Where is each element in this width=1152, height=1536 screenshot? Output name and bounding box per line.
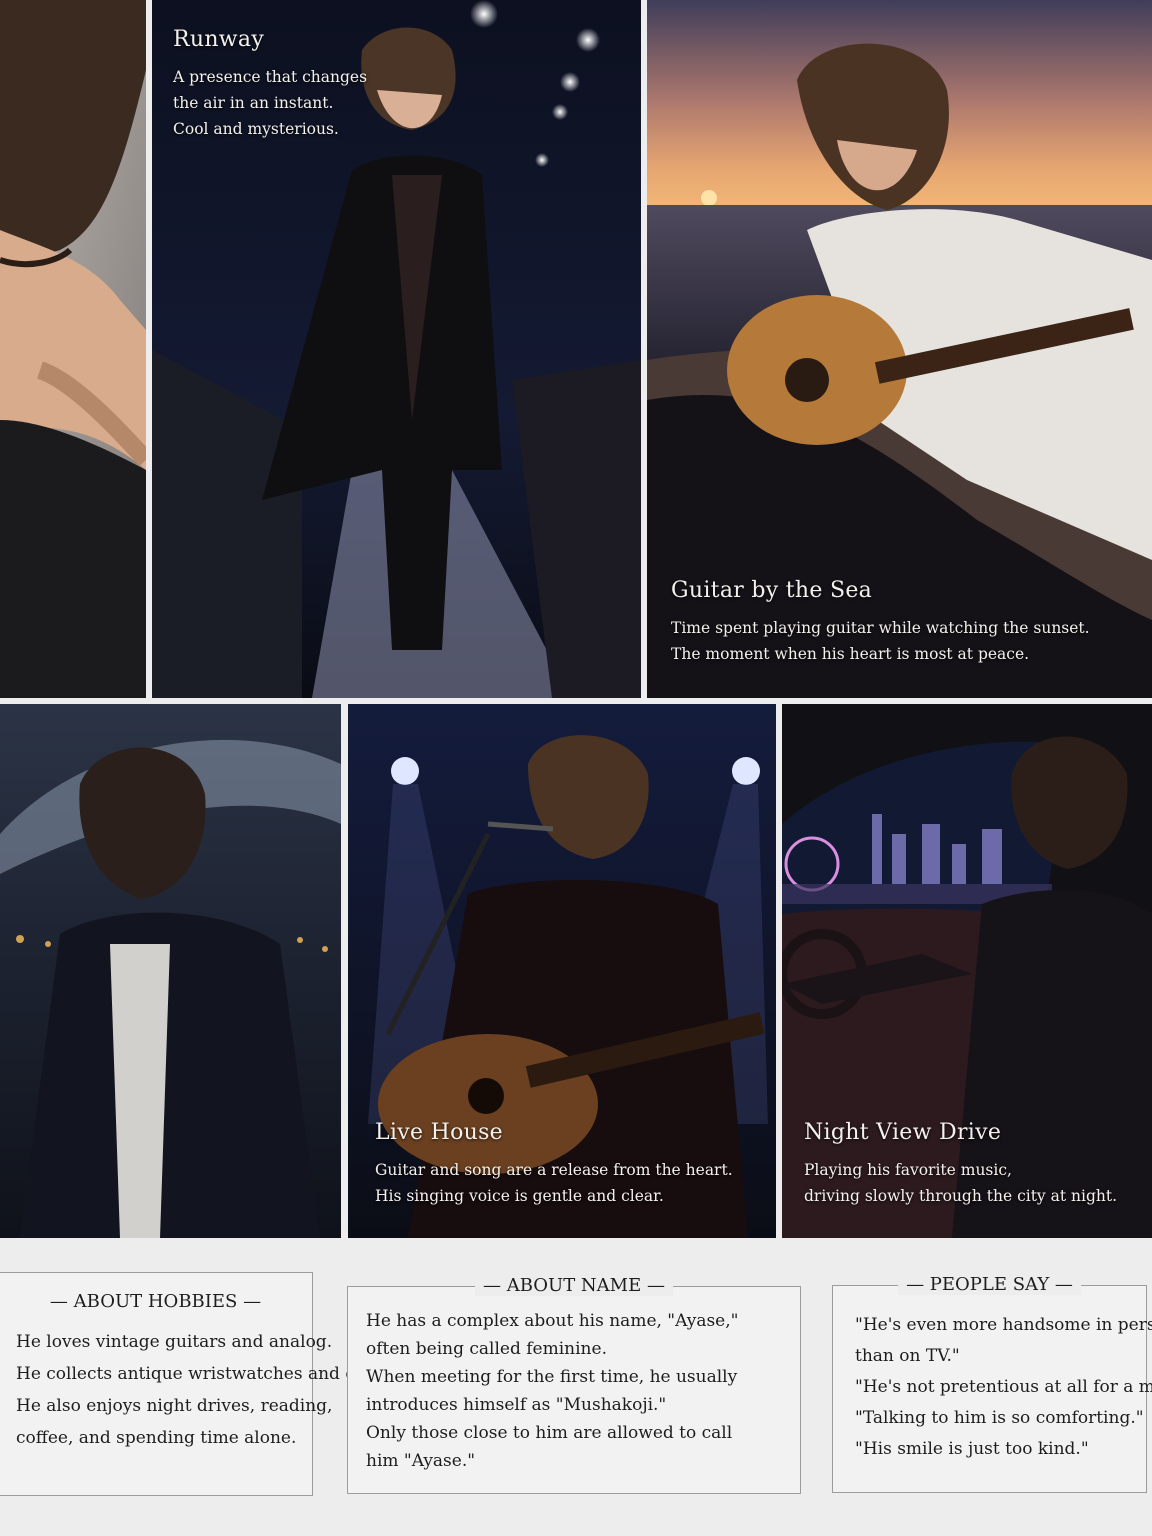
live-title: Live House [375, 1120, 503, 1145]
about-name-line-3: When meeting for the first time, he usua… [366, 1367, 738, 1387]
about-name-line-4: introduces himself as "Mushakoji." [366, 1395, 667, 1415]
runway-caption: Runway A presence that changes the air i… [173, 26, 473, 142]
drive-title: Night View Drive [804, 1120, 1002, 1145]
about-name-heading-text: — ABOUT NAME — [475, 1275, 673, 1296]
runway-line-1: A presence that changes [173, 68, 368, 86]
people-say-heading-text: — PEOPLE SAY — [898, 1274, 1081, 1295]
sea-line-1: Time spent playing guitar while watching… [671, 619, 1090, 637]
live-line-1: Guitar and song are a release from the h… [375, 1161, 733, 1179]
about-name-line-1: He has a complex about his name, "Ayase,… [366, 1311, 739, 1331]
about-hobbies-heading-text: — ABOUT HOBBIES — [49, 1291, 262, 1312]
sea-title: Guitar by the Sea [671, 578, 873, 603]
closeup-panel [0, 0, 146, 698]
people-say-line-3: "He's not pretentious at all for a model… [855, 1377, 1152, 1397]
about-name-line-5: Only those close to him are allowed to c… [366, 1423, 733, 1443]
drive-panel: Night View Drive Playing his favorite mu… [782, 704, 1152, 1238]
sea-line-2: The moment when his heart is most at pea… [671, 645, 1030, 663]
live-line-2: His singing voice is gentle and clear. [375, 1187, 664, 1205]
runway-title: Runway [173, 27, 265, 52]
about-name-box: — ABOUT NAME — He has a complex about hi… [347, 1275, 801, 1494]
people-say-heading: — PEOPLE SAY — [833, 1273, 1146, 1297]
drive-line-2: driving slowly through the city at night… [804, 1187, 1118, 1205]
about-name-heading: — ABOUT NAME — [348, 1274, 800, 1298]
about-name-line-2: often being called feminine. [366, 1339, 607, 1359]
people-say-line-5: "His smile is just too kind." [855, 1439, 1089, 1459]
about-name-line-6: him "Ayase." [366, 1451, 476, 1471]
runway-line-2: the air in an instant. [173, 94, 334, 112]
sea-caption: Guitar by the Sea Time spent playing gui… [671, 577, 1141, 667]
closeup-illustration [0, 0, 146, 698]
about-hobbies-box: — ABOUT HOBBIES — He loves vintage guita… [0, 1272, 424, 1496]
drive-caption: Night View Drive Playing his favorite mu… [804, 1119, 1144, 1209]
sea-panel: Guitar by the Sea Time spent playing gui… [647, 0, 1152, 698]
runway-panel: Runway A presence that changes the air i… [152, 0, 641, 698]
people-say-box: — PEOPLE SAY — "He's even more handsome … [832, 1274, 1152, 1493]
live-caption: Live House Guitar and song are a release… [375, 1119, 765, 1209]
people-say-line-1: "He's even more handsome in person [855, 1315, 1152, 1335]
rain-illustration [0, 704, 341, 1238]
runway-line-3: Cool and mysterious. [173, 120, 339, 138]
live-panel: Live House Guitar and song are a release… [348, 704, 776, 1238]
people-say-line-4: "Talking to him is so comforting." [855, 1408, 1144, 1428]
rain-panel [0, 704, 341, 1238]
drive-line-1: Playing his favorite music, [804, 1161, 1012, 1179]
about-hobbies-heading: — ABOUT HOBBIES — [0, 1290, 312, 1314]
people-say-line-2: than on TV." [855, 1346, 960, 1366]
